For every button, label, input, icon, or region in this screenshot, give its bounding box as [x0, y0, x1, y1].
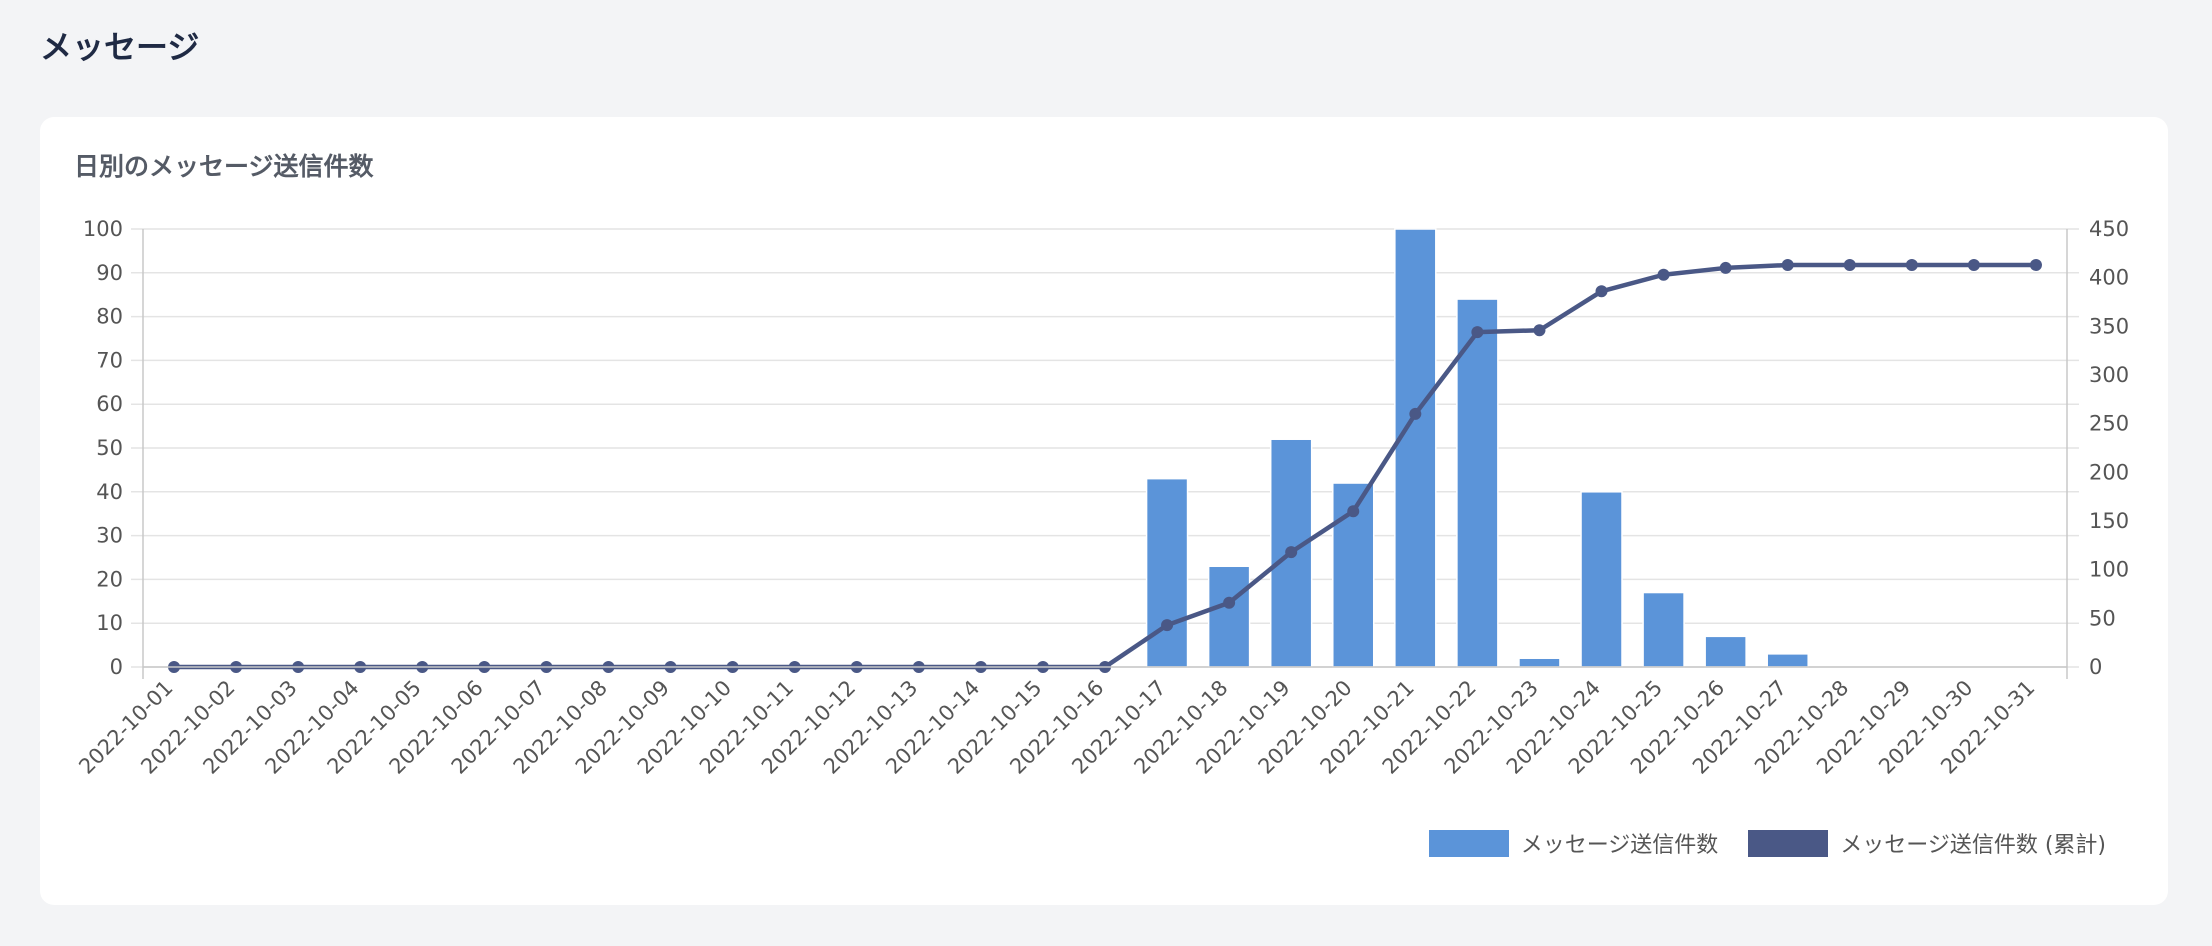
bar: [1394, 228, 1437, 668]
cumulative-point: [1905, 259, 1918, 272]
cumulative-point: [1781, 259, 1794, 272]
bar: [1704, 635, 1747, 668]
bar: [1518, 657, 1561, 668]
cumulative-point: [2029, 259, 2042, 272]
y-left-tick-label: 60: [96, 392, 123, 416]
grid-lines: [131, 228, 2079, 668]
legend-item-daily[interactable]: メッセージ送信件数: [1428, 827, 1719, 859]
y-left-tick-label: 70: [96, 348, 123, 372]
y-right-tick-label: 250: [2089, 412, 2129, 436]
page-title: メッセージ: [40, 28, 200, 66]
legend-label-daily: メッセージ送信件数: [1520, 833, 1719, 858]
y-left-tick-label: 80: [96, 305, 123, 329]
cumulative-point: [1843, 259, 1856, 272]
line-series: [168, 259, 2042, 673]
legend-swatch-cumulative: [1748, 829, 1829, 857]
bar: [1145, 477, 1189, 668]
y-left-tick-label: 100: [83, 217, 123, 241]
legend-item-cumulative[interactable]: メッセージ送信件数 (累計): [1748, 827, 2106, 859]
cumulative-point: [1409, 407, 1422, 420]
cumulative-point: [1657, 268, 1670, 281]
cumulative-point: [1595, 285, 1608, 298]
y-right-tick-label: 150: [2089, 509, 2129, 533]
cumulative-point: [1223, 596, 1236, 609]
cumulative-point: [1719, 261, 1732, 274]
y-right-tick-label: 50: [2089, 606, 2116, 630]
y-right-tick-label: 450: [2089, 217, 2129, 241]
bar: [1580, 491, 1623, 668]
combo-chart: 0 10 20 30 40 50 60 70 80 90 100 0 50 100 150 200 250 300…: [74, 217, 2129, 779]
chart-card: 日別のメッセージ送信件数 0 10 20 30 40 50 60 70 80 90 100 0 50 10…: [40, 117, 2168, 905]
cumulative-point: [1161, 619, 1174, 632]
y-right-tick-label: 100: [2089, 558, 2129, 582]
y-left-tick-label: 20: [96, 567, 123, 591]
legend-swatch-daily: [1428, 829, 1509, 857]
cumulative-point: [1285, 546, 1298, 559]
y-left-tick-label: 50: [96, 436, 123, 460]
cumulative-line: [174, 262, 2036, 670]
bar: [1642, 591, 1685, 668]
y-left-tick-label: 40: [96, 480, 123, 504]
y-right-tick-label: 200: [2089, 460, 2129, 484]
legend: メッセージ送信件数 メッセージ送信件数 (累計): [1399, 827, 2106, 859]
y-right-tick-label: 300: [2089, 363, 2129, 387]
cumulative-point: [1967, 259, 1980, 272]
cumulative-point: [1533, 324, 1546, 337]
bar: [1207, 565, 1251, 668]
y-left-tick-label: 10: [96, 611, 123, 635]
y-right-tick-label: 400: [2089, 266, 2129, 290]
y-left-tick-label: 0: [110, 655, 123, 679]
y-right-tick-label: 350: [2089, 314, 2129, 338]
cumulative-point: [1347, 505, 1360, 518]
legend-label-cumulative: メッセージ送信件数 (累計): [1840, 833, 2106, 858]
y-left-tick-label: 90: [96, 261, 123, 285]
y-right-tick-label: 0: [2089, 655, 2102, 679]
axes: 0 10 20 30 40 50 60 70 80 90 100 0 50 100 150 200 250 300…: [74, 217, 2129, 779]
cumulative-point: [1471, 326, 1484, 339]
bar: [1766, 653, 1809, 668]
y-left-tick-label: 30: [96, 524, 123, 548]
